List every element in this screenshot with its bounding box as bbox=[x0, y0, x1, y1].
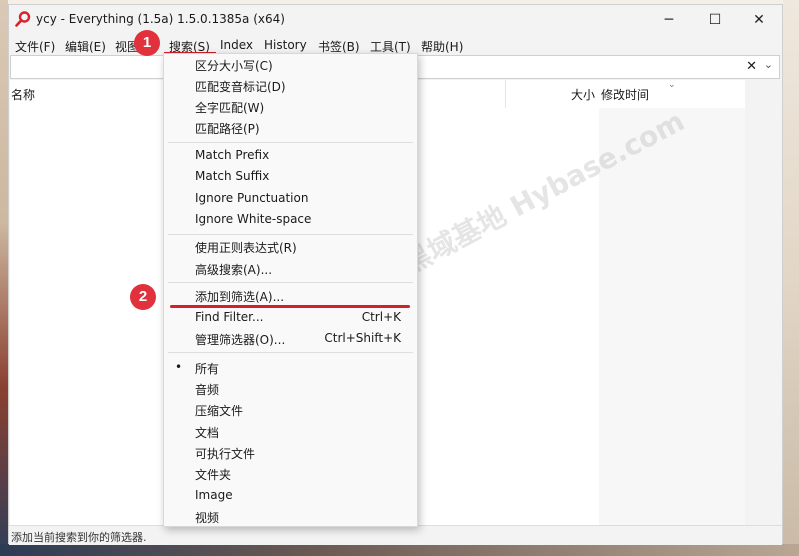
vertical-scrollbar[interactable] bbox=[745, 80, 779, 525]
menu-item-match-whole-word[interactable]: 全字匹配(W) bbox=[195, 99, 264, 116]
menu-item-find-filter[interactable]: Find Filter... bbox=[195, 310, 263, 324]
column-header-size[interactable]: 大小 bbox=[571, 86, 595, 103]
column-header-modified[interactable]: 修改时间 bbox=[601, 86, 649, 103]
menu-item-ignore-whitespace[interactable]: Ignore White-space bbox=[195, 212, 311, 226]
sort-chevron-icon: ⌄ bbox=[668, 80, 676, 90]
menu-item-filter-audio[interactable]: 音频 bbox=[195, 381, 219, 398]
window-title: ycy - Everything (1.5a) 1.5.0.1385a (x64… bbox=[36, 12, 285, 26]
menu-item-filter-everything[interactable]: 所有 bbox=[195, 360, 219, 377]
menu-item-add-to-filters[interactable]: 添加到筛选(A)... bbox=[195, 288, 284, 305]
add-to-filters-red-underline bbox=[170, 305, 410, 308]
menu-help[interactable]: 帮助(H) bbox=[419, 38, 465, 55]
menu-index[interactable]: Index bbox=[218, 38, 255, 52]
close-button[interactable]: ✕ bbox=[736, 5, 782, 35]
menu-separator bbox=[168, 282, 413, 283]
find-filter-shortcut: Ctrl+K bbox=[361, 310, 401, 324]
menu-item-match-suffix[interactable]: Match Suffix bbox=[195, 169, 269, 183]
title-bar: ycy - Everything (1.5a) 1.5.0.1385a (x64… bbox=[9, 5, 782, 35]
organize-filters-shortcut: Ctrl+Shift+K bbox=[324, 331, 401, 345]
menu-separator bbox=[168, 142, 413, 143]
menu-item-filter-video[interactable]: 视频 bbox=[195, 509, 219, 526]
selected-bullet-icon: • bbox=[175, 360, 183, 374]
menu-item-match-case[interactable]: 区分大小写(C) bbox=[195, 57, 273, 74]
menu-item-match-diacritics[interactable]: 匹配变音标记(D) bbox=[195, 78, 286, 95]
callout-badge-2: 2 bbox=[130, 284, 156, 310]
menu-item-match-path[interactable]: 匹配路径(P) bbox=[195, 120, 260, 137]
menu-edit[interactable]: 编辑(E) bbox=[63, 38, 108, 55]
menu-separator bbox=[168, 234, 413, 235]
menu-separator bbox=[168, 352, 413, 353]
menu-item-filter-image[interactable]: Image bbox=[195, 488, 233, 502]
magnifier-app-icon bbox=[15, 11, 31, 27]
status-text: 添加当前搜索到你的筛选器. bbox=[11, 531, 147, 544]
menu-item-filter-document[interactable]: 文档 bbox=[195, 424, 219, 441]
search-menu-popup: 区分大小写(C) 匹配变音标记(D) 全字匹配(W) 匹配路径(P) Match… bbox=[163, 53, 418, 527]
desktop-background-right bbox=[783, 0, 799, 556]
clear-search-icon[interactable]: ✕ bbox=[746, 59, 757, 74]
desktop-background-bottom bbox=[0, 544, 799, 556]
menu-item-advanced-search[interactable]: 高级搜索(A)... bbox=[195, 261, 272, 278]
search-history-dropdown-icon[interactable]: ⌄ bbox=[764, 58, 773, 71]
menu-history[interactable]: History bbox=[262, 38, 309, 52]
menu-file[interactable]: 文件(F) bbox=[13, 38, 57, 55]
column-header-name[interactable]: 名称 bbox=[11, 86, 35, 103]
minimize-button[interactable]: ─ bbox=[646, 5, 692, 35]
menu-item-filter-compressed[interactable]: 压缩文件 bbox=[195, 402, 243, 419]
menu-item-match-prefix[interactable]: Match Prefix bbox=[195, 148, 269, 162]
menu-item-ignore-punctuation[interactable]: Ignore Punctuation bbox=[195, 191, 308, 205]
column-divider[interactable] bbox=[505, 80, 506, 108]
menu-item-filter-executable[interactable]: 可执行文件 bbox=[195, 445, 255, 462]
desktop-background-left bbox=[0, 0, 8, 556]
status-bar: 添加当前搜索到你的筛选器. bbox=[9, 525, 782, 545]
menu-item-organize-filters[interactable]: 管理筛选器(O)... bbox=[195, 331, 285, 348]
maximize-button[interactable]: ☐ bbox=[692, 5, 738, 35]
callout-badge-1: 1 bbox=[134, 30, 160, 56]
menu-item-use-regex[interactable]: 使用正则表达式(R) bbox=[195, 239, 297, 256]
menu-item-filter-folder[interactable]: 文件夹 bbox=[195, 466, 231, 483]
